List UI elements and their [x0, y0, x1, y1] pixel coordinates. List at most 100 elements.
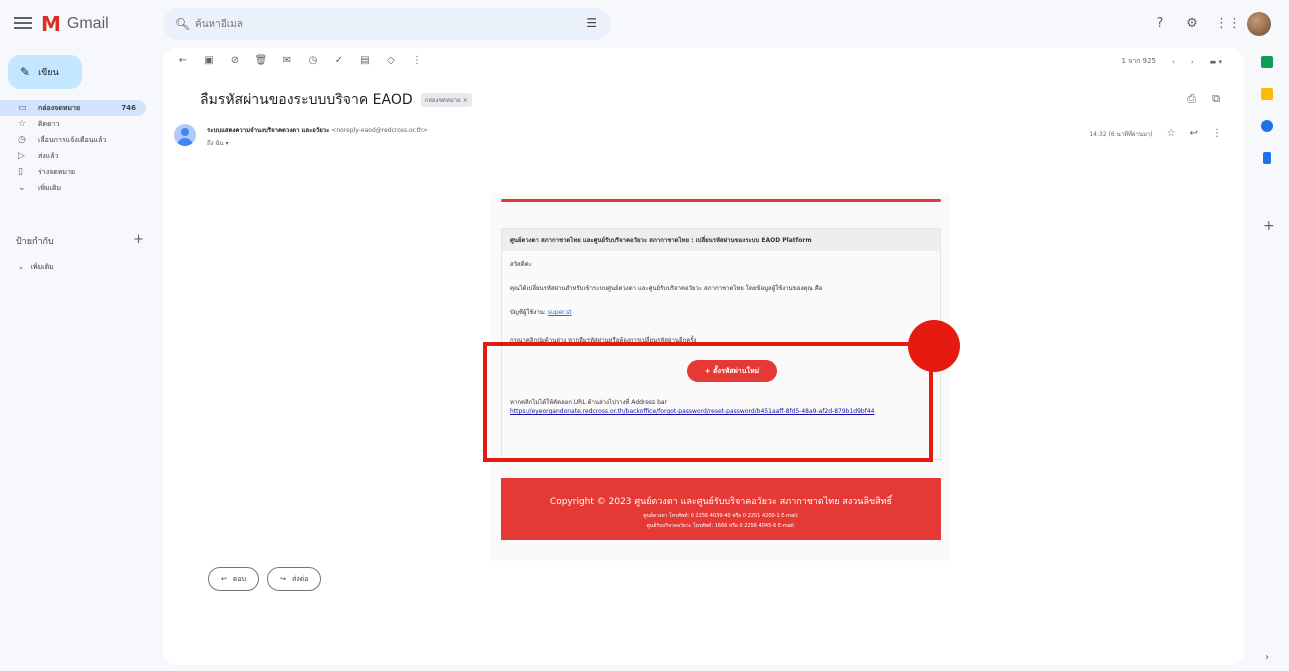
reply-button[interactable]: ↩ ตอบ: [208, 567, 260, 591]
main-menu-icon[interactable]: [14, 14, 32, 32]
click-marker-dot: [908, 320, 960, 372]
sidebar-item-label: ส่งแล้ว: [38, 151, 59, 160]
add-addon-icon[interactable]: +: [1263, 218, 1275, 234]
expand-panel-chevron-icon[interactable]: ›: [1265, 652, 1269, 663]
draft-icon: ▯: [18, 167, 23, 177]
reply-label: ตอบ: [232, 574, 247, 583]
search-bar[interactable]: 🔍︎ ☰: [163, 8, 611, 40]
move-to-icon[interactable]: ▤: [357, 55, 373, 66]
inbox-label-chip[interactable]: กล่องจดหมาย ×: [420, 93, 472, 107]
settings-gear-icon[interactable]: ⚙: [1183, 15, 1201, 33]
labels-section-header: ป้ายกำกับ +: [16, 232, 144, 248]
inbox-count: 746: [121, 104, 136, 112]
more-vert-icon[interactable]: ⋮: [1212, 128, 1222, 139]
apps-grid-icon[interactable]: ⋮⋮: [1215, 15, 1241, 33]
account-link[interactable]: super.st: [548, 309, 572, 316]
sidebar-item-label: กล่องจดหมาย: [38, 103, 81, 112]
labels-more-label: เพิ่มเติม: [30, 263, 54, 271]
sidebar-item-label: เพิ่มเติม: [38, 183, 62, 192]
compose-label: เขียน: [38, 68, 59, 78]
top-right-actions: ? ⚙ ⋮⋮: [1151, 12, 1271, 36]
labels-more[interactable]: ⌄ เพิ่มเติม: [18, 262, 54, 273]
label-icon[interactable]: ◇: [383, 55, 399, 66]
reply-actions: ↩ ตอบ ↪ ส่งต่อ: [208, 567, 322, 591]
print-icon[interactable]: ⎙: [1187, 92, 1196, 106]
report-spam-icon[interactable]: ⊘: [227, 55, 243, 66]
inbox-icon: ▭: [18, 103, 27, 113]
more-options-icon[interactable]: ⋮: [409, 55, 425, 66]
sidebar-item-label: เลื่อนการแจ้งเตือนแล้ว: [38, 135, 107, 144]
reply-icon[interactable]: ↩: [1190, 128, 1198, 139]
input-tools-icon[interactable]: ▬ ▾: [1210, 58, 1222, 66]
labels-title: ป้ายกำกับ: [16, 237, 54, 247]
message-time: 14:32 (6 นาทีที่ผ่านมา): [1089, 130, 1153, 138]
footer-contact-1: ศูนย์ดวงตา โทรศัพท์: 0 2256 4039-40 หรือ…: [643, 513, 799, 519]
side-panel-rail: [1254, 56, 1280, 184]
body-line-1: คุณได้เปลี่ยนรหัสผ่านสำหรับเข้าระบบศูนย์…: [510, 285, 823, 292]
archive-icon[interactable]: ▣: [201, 55, 217, 66]
sidebar-item-starred[interactable]: ☆ ติดดาว: [0, 116, 150, 132]
search-options-icon[interactable]: ☰: [586, 16, 597, 30]
back-arrow-icon[interactable]: ←: [175, 55, 191, 66]
newer-chevron-icon[interactable]: ‹: [1172, 58, 1175, 66]
add-label-icon[interactable]: +: [133, 232, 144, 247]
compose-button[interactable]: ✎ เขียน: [8, 55, 82, 89]
add-task-icon[interactable]: ✓: [331, 55, 347, 66]
contacts-icon[interactable]: [1263, 152, 1271, 164]
open-new-window-icon[interactable]: ⧉: [1212, 92, 1220, 106]
account-label: บัญชีผู้ใช้งาน:: [510, 309, 546, 316]
footer-contact-2: ศูนย์รับบริจาคอวัยวะ โทรศัพท์: 1666 หรือ…: [646, 523, 796, 529]
red-header-line: [501, 199, 941, 202]
calendar-icon[interactable]: [1261, 56, 1273, 68]
sidebar-item-more[interactable]: ⌄ เพิ่มเติม: [0, 180, 150, 196]
email-content-header: ศูนย์ดวงตา สภากาชาดไทย และศูนย์รับบริจาค…: [502, 229, 940, 251]
forward-icon: ↪: [280, 575, 286, 583]
snooze-icon[interactable]: ◷: [305, 55, 321, 66]
sidebar-item-label: ร่างจดหมาย: [38, 167, 76, 176]
search-input[interactable]: [195, 14, 555, 34]
recipient-details[interactable]: ถึง ฉัน ▾: [207, 138, 229, 148]
keep-icon[interactable]: [1261, 88, 1273, 100]
greeting-text: สวัสดีค่ะ: [510, 261, 532, 268]
tasks-icon[interactable]: [1261, 120, 1273, 132]
pagination-controls: 1 จาก 925 ‹ › ▬ ▾: [1121, 56, 1222, 67]
chevron-down-icon: ⌄: [18, 183, 26, 193]
chevron-down-icon: ⌄: [18, 263, 29, 271]
top-bar: M Gmail 🔍︎ ☰ ? ⚙ ⋮⋮: [0, 0, 1289, 48]
app-name: Gmail: [66, 15, 109, 32]
message-actions: 14:32 (6 นาทีที่ผ่านมา) ☆ ↩ ⋮: [1089, 128, 1222, 139]
forward-label: ส่งต่อ: [291, 574, 309, 583]
star-icon: ☆: [18, 119, 27, 129]
search-icon[interactable]: 🔍︎: [175, 17, 190, 31]
gmail-logo[interactable]: M Gmail: [41, 12, 109, 36]
sender-email: <noreply-eaod@redcross.or.th>: [331, 127, 428, 134]
email-subject: ลืมรหัสผ่านของระบบบริจาค EAOD กล่องจดหมา…: [200, 89, 472, 111]
main-panel: ← ▣ ⊘ 🗑︎ ✉ ◷ ✓ ▤ ◇ ⋮ 1 จาก 925 ‹ › ▬ ▾ ล…: [163, 48, 1244, 665]
pagination-text: 1 จาก 925: [1121, 57, 1157, 65]
sender-avatar: [174, 124, 196, 146]
account-avatar[interactable]: [1247, 12, 1271, 36]
sidebar-item-drafts[interactable]: ▯ ร่างจดหมาย: [0, 164, 150, 180]
forward-button[interactable]: ↪ ส่งต่อ: [267, 567, 322, 591]
account-line: บัญชีผู้ใช้งาน: super.st: [510, 307, 572, 317]
sidebar-nav: ▭ กล่องจดหมาย 746 ☆ ติดดาว ◷ เลื่อนการแจ…: [0, 100, 150, 196]
email-footer: Copyright © 2023 ศูนย์ดวงตา และศูนย์รับบ…: [501, 478, 941, 540]
mark-unread-icon[interactable]: ✉: [279, 55, 295, 66]
star-icon[interactable]: ☆: [1167, 128, 1176, 139]
send-icon: ▷: [18, 151, 25, 161]
subject-actions: ⎙ ⧉: [1187, 92, 1220, 106]
older-chevron-icon[interactable]: ›: [1191, 58, 1194, 66]
sender-line: ระบบแสดงความจำนงบริจาคดวงตา และอวัยวะ <n…: [207, 125, 428, 135]
sidebar-item-label: ติดดาว: [38, 119, 60, 128]
sidebar-item-snoozed[interactable]: ◷ เลื่อนการแจ้งเตือนแล้ว: [0, 132, 150, 148]
delete-icon[interactable]: 🗑︎: [253, 55, 269, 66]
toolbar-actions: ← ▣ ⊘ 🗑︎ ✉ ◷ ✓ ▤ ◇ ⋮: [175, 55, 425, 66]
help-icon[interactable]: ?: [1151, 15, 1169, 33]
sender-name: ระบบแสดงความจำนงบริจาคดวงตา และอวัยวะ: [207, 127, 330, 134]
highlight-annotation-box: [483, 342, 933, 462]
sidebar-item-inbox[interactable]: ▭ กล่องจดหมาย 746: [0, 100, 146, 116]
subject-text: ลืมรหัสผ่านของระบบบริจาค EAOD: [200, 92, 413, 108]
sidebar-item-sent[interactable]: ▷ ส่งแล้ว: [0, 148, 150, 164]
pencil-icon: ✎: [20, 65, 31, 79]
clock-icon: ◷: [18, 135, 26, 145]
